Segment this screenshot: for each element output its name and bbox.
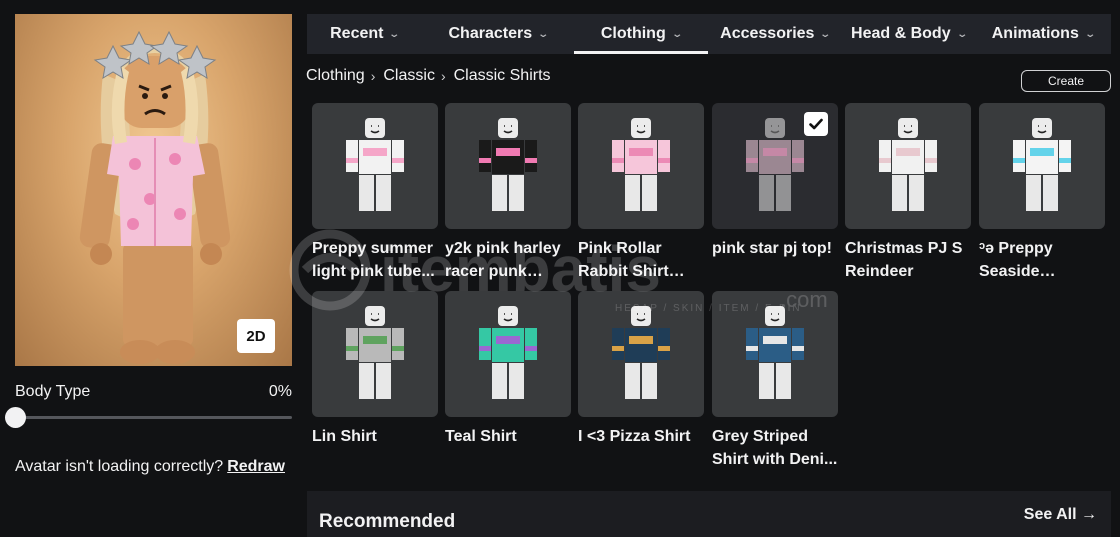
mannequin-figure bbox=[1013, 118, 1071, 211]
item-name: Pink Rollar Rabbit Shirt Pjs... bbox=[578, 240, 669, 280]
tab-characters[interactable]: Characters ⌄ bbox=[422, 14, 574, 54]
chevron-right-icon: › bbox=[440, 68, 446, 84]
item-card[interactable]: Preppy summer light pink tube... bbox=[312, 103, 438, 283]
breadcrumb-classic-shirts: Classic Shirts bbox=[453, 67, 551, 84]
category-tabs: Recent ⌄ Characters ⌄ Clothing ⌄ Accessorie… bbox=[307, 14, 1111, 54]
item-thumbnail bbox=[578, 103, 704, 229]
breadcrumb: Clothing › Classic › Classic Shirts bbox=[306, 67, 551, 85]
item-thumbnail bbox=[445, 291, 571, 417]
tab-clothing[interactable]: Clothing ⌄ bbox=[574, 14, 708, 54]
mannequin-figure bbox=[479, 118, 537, 211]
item-card[interactable]: pink star pj top! bbox=[712, 103, 838, 260]
avatar-loading-text: Avatar isn't loading correctly? bbox=[15, 458, 224, 475]
avatar-loading-help: Avatar isn't loading correctly? Redraw bbox=[15, 458, 285, 476]
item-thumbnail bbox=[445, 103, 571, 229]
tab-accessories[interactable]: Accessories ⌄ bbox=[708, 14, 842, 54]
item-name: Lin Shirt bbox=[312, 428, 377, 445]
item-name: Preppy summer light pink tube... bbox=[312, 240, 435, 280]
chevron-down-icon: ⌄ bbox=[955, 28, 968, 40]
tab-label: Head & Body bbox=[851, 25, 951, 42]
arrow-right-icon: → bbox=[1081, 506, 1097, 523]
chevron-down-icon: ⌄ bbox=[819, 28, 832, 40]
chevron-down-icon: ⌄ bbox=[537, 28, 550, 40]
body-type-slider[interactable] bbox=[15, 416, 292, 419]
item-thumbnail bbox=[979, 103, 1105, 229]
tab-label: Animations bbox=[991, 25, 1079, 42]
item-card[interactable]: Christmas PJ S Reindeer bbox=[845, 103, 971, 283]
item-thumbnail bbox=[712, 291, 838, 417]
item-name: ᵓə Preppy Seaside Jacket!... bbox=[979, 240, 1053, 280]
breadcrumb-classic[interactable]: Classic bbox=[383, 67, 435, 85]
item-name: Grey Striped Shirt with Deni... bbox=[712, 428, 838, 468]
check-icon bbox=[804, 112, 828, 136]
body-type-slider-handle[interactable] bbox=[5, 407, 26, 428]
chevron-down-icon: ⌄ bbox=[388, 28, 401, 40]
item-card[interactable]: Pink Rollar Rabbit Shirt Pjs... bbox=[578, 103, 704, 283]
item-thumbnail bbox=[312, 103, 438, 229]
see-all-label: See All bbox=[1023, 506, 1077, 523]
mannequin-figure bbox=[612, 306, 670, 399]
item-card[interactable]: I <3 Pizza Shirt bbox=[578, 291, 704, 448]
item-card[interactable]: y2k pink harley racer punk edg... bbox=[445, 103, 571, 283]
mannequin-figure bbox=[612, 118, 670, 211]
item-name: Christmas PJ S Reindeer bbox=[845, 240, 963, 280]
item-thumbnail bbox=[845, 103, 971, 229]
mannequin-figure bbox=[479, 306, 537, 399]
body-type-label: Body Type bbox=[15, 383, 91, 400]
create-button[interactable]: Create bbox=[1021, 70, 1111, 92]
chevron-down-icon: ⌄ bbox=[671, 28, 683, 40]
mannequin-figure bbox=[746, 118, 804, 211]
recommended-section: Recommended See All → bbox=[307, 491, 1111, 537]
tab-animations[interactable]: Animations ⌄ bbox=[975, 14, 1111, 54]
mannequin-figure bbox=[879, 118, 937, 211]
item-name: y2k pink harley racer punk edg... bbox=[445, 240, 561, 280]
item-card[interactable]: Teal Shirt bbox=[445, 291, 571, 448]
item-thumbnail bbox=[312, 291, 438, 417]
avatar-figure bbox=[79, 30, 231, 364]
recommended-title: Recommended bbox=[319, 511, 456, 532]
item-card[interactable]: Grey Striped Shirt with Deni... bbox=[712, 291, 838, 471]
item-card[interactable]: ᵓə Preppy Seaside Jacket!... bbox=[979, 103, 1105, 283]
item-name: pink star pj top! bbox=[712, 240, 832, 257]
tab-label: Recent bbox=[330, 25, 384, 42]
body-type-value: 0% bbox=[268, 383, 292, 400]
item-thumbnail bbox=[712, 103, 838, 229]
tab-label: Characters bbox=[448, 25, 533, 42]
redraw-link[interactable]: Redraw bbox=[227, 458, 285, 475]
tab-label: Accessories bbox=[720, 25, 815, 42]
item-card[interactable]: Lin Shirt bbox=[312, 291, 438, 448]
avatar-preview[interactable]: 2D bbox=[15, 14, 292, 366]
item-name: Teal Shirt bbox=[445, 428, 517, 445]
tab-head-body[interactable]: Head & Body ⌄ bbox=[842, 14, 975, 54]
chevron-down-icon: ⌄ bbox=[1084, 28, 1096, 40]
see-all-link[interactable]: See All → bbox=[1024, 506, 1097, 524]
item-name: I <3 Pizza Shirt bbox=[578, 428, 691, 445]
tab-recent[interactable]: Recent ⌄ bbox=[307, 14, 422, 54]
breadcrumb-clothing[interactable]: Clothing bbox=[306, 67, 365, 85]
item-thumbnail bbox=[578, 291, 704, 417]
mannequin-figure bbox=[746, 306, 804, 399]
mannequin-figure bbox=[346, 118, 404, 211]
view-2d-button[interactable]: 2D bbox=[237, 319, 275, 353]
tab-label: Clothing bbox=[600, 25, 666, 42]
chevron-right-icon: › bbox=[370, 68, 376, 84]
mannequin-figure bbox=[346, 306, 404, 399]
